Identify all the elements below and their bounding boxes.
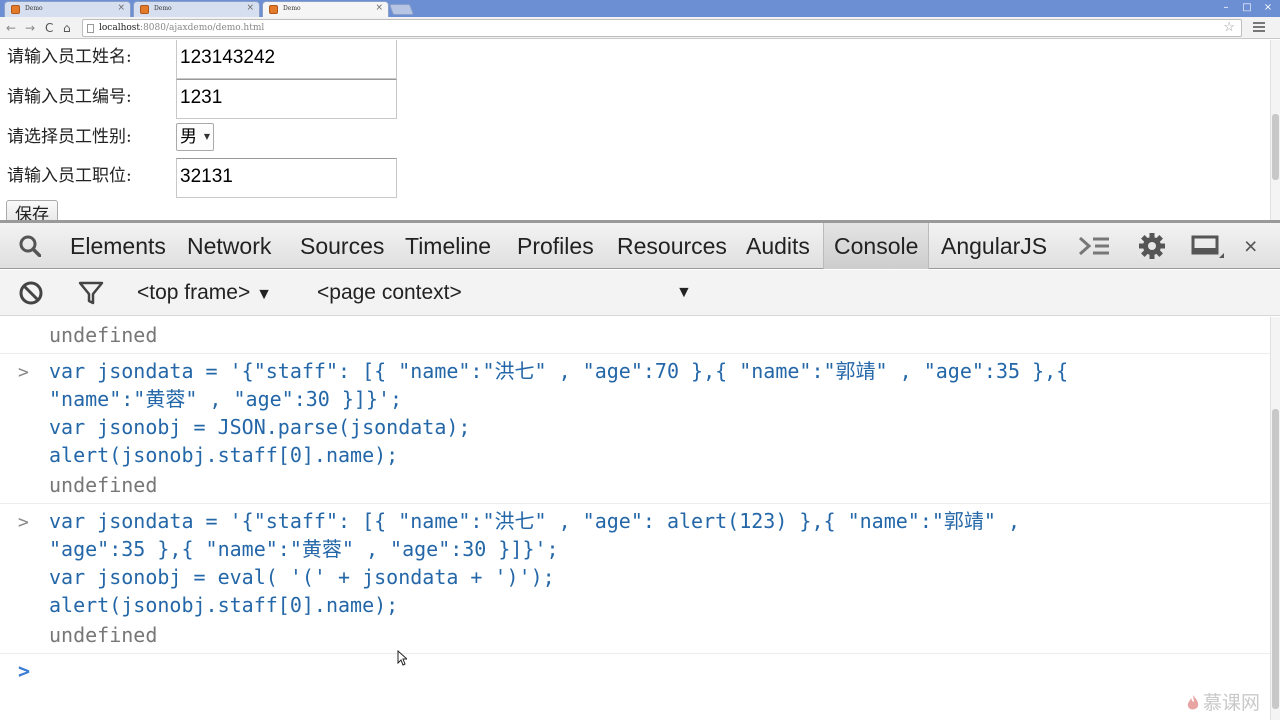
page-favicon-icon xyxy=(140,5,149,14)
url-host: localhost xyxy=(99,23,141,33)
console-code-line: "age":35 },{ "name":"黄蓉" , "age":30 }]}'… xyxy=(49,537,559,561)
flame-logo-icon xyxy=(1187,695,1199,710)
active-prompt-icon: > xyxy=(18,659,31,683)
save-button[interactable]: 保存 xyxy=(6,200,58,220)
chevron-down-icon[interactable]: ▼ xyxy=(676,270,692,316)
console-result: undefined xyxy=(49,323,158,347)
page-scrollbar[interactable] xyxy=(1270,40,1280,220)
browser-tab-active[interactable]: Demo × xyxy=(262,1,389,17)
console-scrollbar[interactable] xyxy=(1270,317,1280,720)
console-input-row: > var jsondata = '{"staff": [{ "name":"洪… xyxy=(0,354,1270,467)
page-favicon-icon xyxy=(11,5,20,14)
address-bar[interactable]: localhost:8080/ajaxdemo/demo.html ☆ xyxy=(82,19,1242,37)
browser-tab-title: Demo xyxy=(25,5,43,12)
prompt-chevron-icon: > xyxy=(18,362,29,383)
inspect-search-icon[interactable] xyxy=(19,235,41,257)
console-toolbar: <top frame> ▼ <page context> ▼ xyxy=(0,270,1280,316)
chevron-down-icon: ▼ xyxy=(256,286,272,303)
settings-gear-icon[interactable] xyxy=(1135,233,1169,259)
console-code-line: alert(jsonobj.staff[0].name); xyxy=(49,593,399,617)
browser-tab-title: Demo xyxy=(154,5,172,12)
console-scrollbar-thumb[interactable] xyxy=(1272,409,1279,709)
new-tab-button[interactable] xyxy=(388,4,415,15)
dock-side-icon[interactable] xyxy=(1190,233,1224,259)
sex-select-value: 男 xyxy=(180,127,197,147)
mouse-cursor-icon xyxy=(397,650,407,666)
page-scrollbar-thumb[interactable] xyxy=(1272,114,1279,180)
tab-console[interactable]: Console xyxy=(823,223,930,269)
browser-tab[interactable]: Demo × xyxy=(133,1,260,17)
filter-icon[interactable] xyxy=(78,280,104,306)
dropdown-caret-icon: ▼ xyxy=(203,132,210,141)
console-prompt-input[interactable]: > xyxy=(0,653,1270,693)
context-selector[interactable]: <page context> xyxy=(317,270,462,316)
name-label: 请输入员工姓名: xyxy=(7,47,132,67)
frame-selector[interactable]: <top frame> ▼ xyxy=(137,270,272,318)
console-result-row: undefined xyxy=(0,617,1270,654)
menu-icon[interactable] xyxy=(1253,20,1265,34)
maximize-icon[interactable]: □ xyxy=(1237,1,1257,15)
console-code-line: alert(jsonobj.staff[0].name); xyxy=(49,443,399,467)
forward-arrow-icon[interactable]: → xyxy=(25,20,35,36)
console-result: undefined xyxy=(49,623,158,647)
sex-select[interactable]: 男 ▼ xyxy=(176,123,214,151)
minimize-icon[interactable]: – xyxy=(1216,1,1236,15)
browser-tab-strip: Demo × Demo × Demo × – □ × xyxy=(0,0,1280,17)
clear-console-icon[interactable] xyxy=(18,280,44,306)
devtools-tab-bar: Elements Network Sources Timeline Profil… xyxy=(0,223,1280,269)
tab-elements[interactable]: Elements xyxy=(70,223,166,269)
console-code-line: var jsonobj = JSON.parse(jsondata); xyxy=(49,415,471,439)
frame-selector-label: <top frame> xyxy=(137,281,251,304)
console-code-line: "name":"黄蓉" , "age":30 }]}'; xyxy=(49,387,403,411)
job-input[interactable]: 32131 xyxy=(176,158,397,198)
prompt-chevron-icon: > xyxy=(18,512,29,533)
console-code-line: var jsonobj = eval( '(' + jsondata + ')'… xyxy=(49,565,555,589)
console-result-row: undefined xyxy=(0,317,1270,354)
close-devtools-icon[interactable]: × xyxy=(1244,223,1257,269)
toolbar: ← → C ⌂ localhost:8080/ajaxdemo/demo.htm… xyxy=(0,17,1280,39)
sex-label: 请选择员工性别: xyxy=(7,127,132,147)
page-favicon-icon xyxy=(269,5,278,14)
console-messages: undefined > var jsondata = '{"staff": [{… xyxy=(0,317,1270,720)
window-close-icon[interactable]: × xyxy=(1258,1,1278,15)
tab-sources[interactable]: Sources xyxy=(300,223,384,269)
number-label: 请输入员工编号: xyxy=(7,87,132,107)
url-path: :8080/ajaxdemo/demo.html xyxy=(140,23,265,33)
console-code-line: var jsondata = '{"staff": [{ "name":"洪七"… xyxy=(49,509,1021,533)
job-label: 请输入员工职位: xyxy=(7,166,132,186)
tab-network[interactable]: Network xyxy=(187,223,271,269)
close-tab-icon[interactable]: × xyxy=(117,3,125,13)
home-icon[interactable]: ⌂ xyxy=(63,20,71,36)
tab-resources[interactable]: Resources xyxy=(617,223,727,269)
show-drawer-icon[interactable] xyxy=(1077,233,1111,259)
close-tab-icon[interactable]: × xyxy=(375,3,383,13)
watermark: 慕课网 xyxy=(1186,688,1260,715)
browser-tab-title: Demo xyxy=(283,5,301,12)
watermark-text: 慕课网 xyxy=(1203,692,1261,714)
browser-tab[interactable]: Demo × xyxy=(4,1,131,17)
number-input[interactable]: 1231 xyxy=(176,79,397,119)
console-result: undefined xyxy=(49,473,158,497)
tab-timeline[interactable]: Timeline xyxy=(405,223,491,269)
close-tab-icon[interactable]: × xyxy=(246,3,254,13)
bookmark-star-icon[interactable]: ☆ xyxy=(1223,20,1235,36)
reload-icon[interactable]: C xyxy=(45,20,53,36)
tab-audits[interactable]: Audits xyxy=(746,223,810,269)
tab-profiles[interactable]: Profiles xyxy=(517,223,594,269)
console-code-line: var jsondata = '{"staff": [{ "name":"洪七"… xyxy=(49,359,1069,383)
page-icon xyxy=(87,24,94,33)
tab-angularjs[interactable]: AngularJS xyxy=(941,223,1047,269)
console-input-row: > var jsondata = '{"staff": [{ "name":"洪… xyxy=(0,504,1270,617)
page-viewport: 请输入员工姓名: 123143242 请输入员工编号: 1231 请选择员工性别… xyxy=(0,40,1270,220)
name-input[interactable]: 123143242 xyxy=(176,40,397,79)
console-result-row: undefined xyxy=(0,467,1270,504)
back-arrow-icon[interactable]: ← xyxy=(6,20,16,36)
